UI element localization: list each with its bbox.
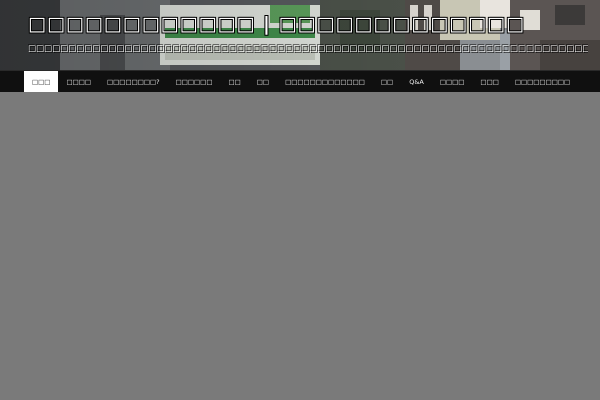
nav-item-5[interactable]: □□ — [220, 71, 248, 92]
site-tagline: □□□□□□□□□□□□□□□□□□□□□□□□□□□□□□□□□□□□□□□□… — [28, 44, 588, 54]
nav-item-4[interactable]: □□□□□□ — [168, 71, 221, 92]
main-nav: □□□ □□□□ □□□□□□□□? □□□□□□ □□ □□ □□□□□□□□… — [0, 70, 600, 92]
nav-item-home[interactable]: □□□ — [24, 71, 59, 92]
nav-item-7[interactable]: □□□□□□□□□□□□□ — [277, 71, 373, 92]
nav-item-10[interactable]: □□□□ — [432, 71, 473, 92]
nav-item-2[interactable]: □□□□ — [58, 71, 99, 92]
header-overlay — [0, 0, 600, 70]
nav-item-12[interactable]: □□□□□□□□□ — [507, 71, 578, 92]
nav-item-3[interactable]: □□□□□□□□? — [99, 71, 168, 92]
nav-item-6[interactable]: □□ — [249, 71, 277, 92]
nav-item-qa[interactable]: Q&A — [401, 71, 432, 92]
nav-item-8[interactable]: □□ — [373, 71, 401, 92]
site-header: □□□□□□□□□□□□ | □□□□□□□□□□□□□ □□□□□□□□□□□… — [0, 0, 600, 70]
main-content-area — [0, 92, 600, 400]
site-title[interactable]: □□□□□□□□□□□□ | □□□□□□□□□□□□□ — [28, 13, 525, 35]
nav-item-11[interactable]: □□□ — [472, 71, 506, 92]
